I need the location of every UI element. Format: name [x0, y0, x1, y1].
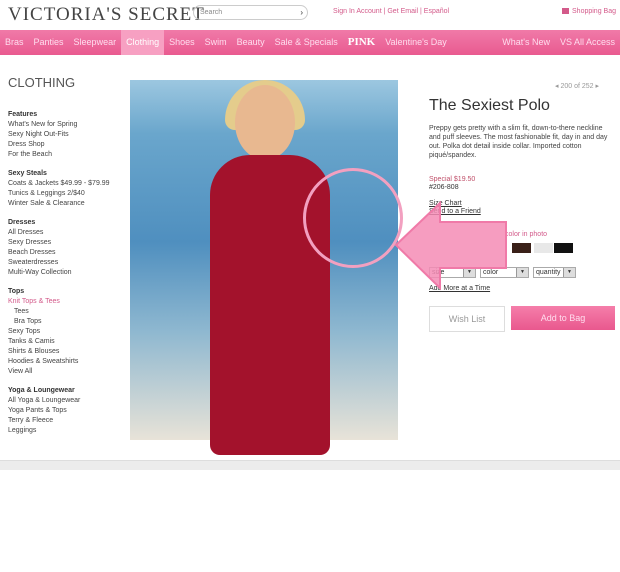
product-sku: #206-808: [429, 184, 459, 191]
logo[interactable]: VICTORIA'S SECRET: [8, 4, 205, 26]
sidebar-heading: Dresses: [8, 219, 36, 226]
quantity-select[interactable]: quantity ▼: [533, 267, 576, 278]
sidebar-heading: Tops: [8, 288, 25, 295]
sidebar-link[interactable]: All Dresses: [8, 228, 126, 238]
annotation-arrow-icon: [394, 200, 507, 291]
sidebar-group: Yoga & Loungewear All Yoga & Loungewear Yo…: [8, 386, 126, 436]
nav-item-bras[interactable]: Bras: [0, 30, 29, 55]
sidebar-link[interactable]: Multi-Way Collection: [8, 268, 126, 278]
photo-face: [235, 85, 295, 160]
nav-item-what-s-new[interactable]: What's New: [497, 30, 555, 55]
sidebar-link[interactable]: Shirts & Blouses: [8, 347, 126, 357]
sidebar-link[interactable]: Tanks & Camis: [8, 337, 126, 347]
shopping-bag-link[interactable]: Shopping Bag: [562, 8, 616, 15]
nav-item-valentine-s-day[interactable]: Valentine's Day: [380, 30, 452, 55]
bag-label: Shopping Bag: [572, 8, 616, 15]
sidebar-group: Tops Knit Tops & Tees Tees Bra Tops Sexy Top…: [8, 287, 126, 377]
sidebar-link[interactable]: Dress Shop: [8, 140, 126, 150]
nav-item-beauty[interactable]: Beauty: [232, 30, 270, 55]
nav-item-sale-specials[interactable]: Sale & Specials: [270, 30, 343, 55]
annotation-circle: [303, 168, 403, 268]
sidebar-link[interactable]: Coats & Jackets $49.99 - $79.99: [8, 179, 126, 189]
swatch-brown[interactable]: [512, 243, 531, 253]
sidebar-link[interactable]: Beach Dresses: [8, 248, 126, 258]
nav-item-clothing[interactable]: Clothing: [121, 30, 165, 55]
chevron-down-icon: ▼: [563, 268, 575, 277]
sidebar-link[interactable]: Winter Sale & Clearance: [8, 199, 126, 209]
sidebar-link[interactable]: Bra Tops: [8, 317, 126, 327]
sidebar-group: Sexy Steals Coats & Jackets $49.99 - $79.…: [8, 169, 126, 209]
sidebar-link[interactable]: Sweaterdresses: [8, 258, 126, 268]
account-links[interactable]: Sign In Account | Get Email | Español: [333, 8, 449, 15]
sidebar-link[interactable]: Sexy Dresses: [8, 238, 126, 248]
main-nav: Bras Panties Sleepwear Clothing Shoes Swim Bea…: [0, 30, 620, 55]
product-title: The Sexiest Polo: [429, 97, 550, 114]
swatch-white[interactable]: [534, 243, 553, 253]
wish-list-button[interactable]: Wish List: [429, 306, 505, 332]
search-placeholder: Search: [200, 9, 223, 16]
sidebar-link[interactable]: Tees: [8, 307, 126, 317]
sidebar-link[interactable]: Knit Tops & Tees: [8, 297, 126, 307]
search-go-icon[interactable]: ›: [300, 8, 303, 17]
product-description: Preppy gets pretty with a slim fit, down…: [429, 125, 608, 159]
sidebar-link[interactable]: Sexy Night Out-Fits: [8, 130, 126, 140]
nav-item-panties[interactable]: Panties: [29, 30, 69, 55]
pager[interactable]: ◂ 200 of 252 ▸: [555, 82, 599, 90]
sidebar-link[interactable]: What's New for Spring: [8, 120, 126, 130]
product-price: Special $19.50: [429, 176, 476, 183]
sidebar-heading: Yoga & Loungewear: [8, 387, 75, 394]
sidebar-heading: Sexy Steals: [8, 170, 47, 177]
sidebar-link[interactable]: Leggings: [8, 426, 126, 436]
sidebar-link[interactable]: View All: [8, 367, 126, 377]
swatch-black[interactable]: [554, 243, 573, 253]
sidebar-link[interactable]: Tunics & Leggings 2/$40: [8, 189, 126, 199]
sidebar-title: CLOTHING: [8, 75, 76, 90]
sidebar-link[interactable]: All Yoga & Loungewear: [8, 396, 126, 406]
nav-item-shoes[interactable]: Shoes: [164, 30, 200, 55]
sidebar-heading: Features: [8, 111, 38, 118]
chevron-down-icon: ▼: [516, 268, 528, 277]
add-to-bag-button[interactable]: Add to Bag: [511, 306, 615, 330]
nav-item-sleepwear[interactable]: Sleepwear: [69, 30, 122, 55]
nav-item-swim[interactable]: Swim: [200, 30, 232, 55]
bag-icon: [562, 8, 570, 15]
sidebar-group: Dresses All Dresses Sexy Dresses Beach Dres…: [8, 218, 126, 278]
sidebar-group: Features What's New for Spring Sexy Night …: [8, 110, 126, 160]
sidebar-link[interactable]: Terry & Fleece: [8, 416, 126, 426]
page-footer-band: [0, 460, 620, 470]
search-input[interactable]: Search ›: [193, 5, 308, 20]
sidebar-link[interactable]: Yoga Pants & Tops: [8, 406, 126, 416]
sidebar-link[interactable]: For the Beach: [8, 150, 126, 160]
pager-label: 200 of 252: [560, 83, 594, 90]
nav-item-pink[interactable]: PINK: [343, 30, 381, 55]
quantity-value: quantity: [536, 269, 561, 276]
nav-item-vs-all-access[interactable]: VS All Access: [555, 30, 620, 55]
sidebar: CLOTHING Features What's New for Spring Se…: [8, 75, 126, 445]
sidebar-link[interactable]: Sexy Tops: [8, 327, 126, 337]
sidebar-link[interactable]: Hoodies & Sweatshirts: [8, 357, 126, 367]
